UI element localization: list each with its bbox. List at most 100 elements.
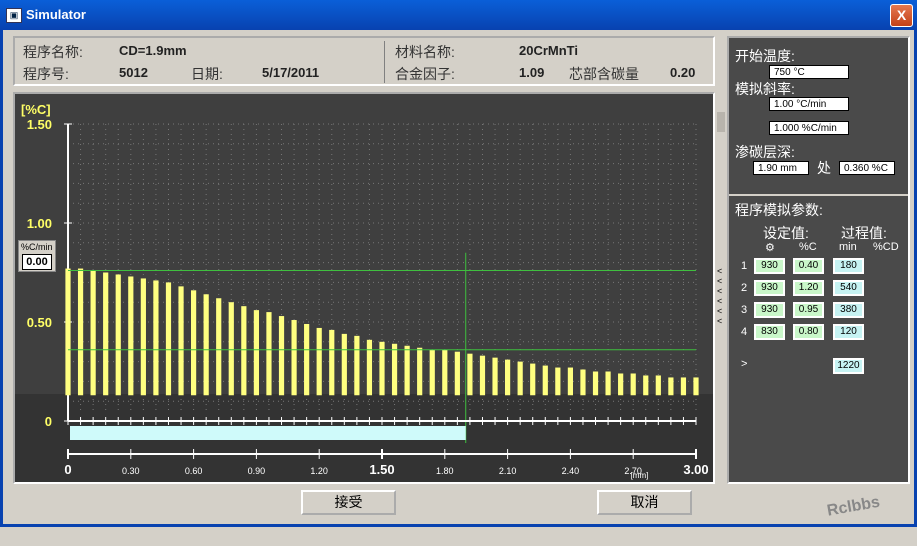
data-bar <box>228 302 234 396</box>
rate-label: %C/min <box>21 242 53 252</box>
program-name-label: 程序名称: <box>23 44 83 60</box>
process-value-label: 过程值: <box>841 225 887 241</box>
alloy-factor-label: 合金因子: <box>395 66 455 82</box>
step-1-temp[interactable]: 930 <box>754 258 785 274</box>
data-bar <box>103 272 109 396</box>
data-bar <box>668 377 674 396</box>
data-bar <box>191 290 197 396</box>
step-2-number: 2 <box>741 282 748 294</box>
carbon-profile-chart: 0 0.50 1.00 1.50 [%C] 0 0.30 0.60 0.90 1.20 1.50 1.… <box>13 92 715 484</box>
data-bar <box>316 327 322 396</box>
data-bar <box>278 316 285 396</box>
core-carbon-value: 0.20 <box>670 65 696 80</box>
data-bar <box>341 333 347 396</box>
data-bar <box>555 367 561 396</box>
step-4-number: 4 <box>741 326 748 338</box>
case-depth-carbon-field[interactable]: 0.360 %C <box>839 161 895 175</box>
step-1-minutes[interactable]: 180 <box>833 258 864 274</box>
data-bar <box>203 294 209 396</box>
data-bar <box>90 270 96 396</box>
data-bar <box>429 349 435 396</box>
data-bar <box>115 274 121 396</box>
case-depth-field[interactable]: 1.90 mm <box>753 161 809 175</box>
data-bar <box>241 306 247 396</box>
scroll-thumb[interactable] <box>717 112 725 132</box>
x-tick-label: 0.60 <box>185 466 203 476</box>
date-value: 5/17/2011 <box>262 65 320 80</box>
program-name-value: CD=1.9mm <box>119 43 187 58</box>
x-tick-label: 3.00 <box>683 462 708 477</box>
material-value: 20CrMnTi <box>519 43 578 58</box>
step-3-carbon[interactable]: 0.95 <box>793 302 824 318</box>
data-bar <box>567 367 573 396</box>
data-bar <box>253 310 259 396</box>
data-bar <box>530 363 536 396</box>
data-bar <box>643 375 649 396</box>
data-bar <box>366 339 373 396</box>
temperature-icon: ⚙ <box>765 242 775 254</box>
y-tick-label: 1.00 <box>27 216 52 231</box>
x-tick-label: 2.40 <box>562 466 580 476</box>
step-4-minutes[interactable]: 120 <box>833 324 864 340</box>
accept-button[interactable]: 接受 <box>301 490 396 515</box>
step-2-temp[interactable]: 930 <box>754 280 785 296</box>
date-label: 日期: <box>191 66 223 82</box>
program-number-label: 程序号: <box>23 66 69 82</box>
data-bar <box>391 343 398 396</box>
data-bar <box>605 371 611 396</box>
case-depth-label: 渗碳层深: <box>735 144 795 160</box>
core-carbon-label: 芯部含碳量 <box>569 66 639 82</box>
step-2-minutes[interactable]: 540 <box>833 280 864 296</box>
y-tick-label: 0.50 <box>27 315 52 330</box>
divider <box>729 194 908 196</box>
data-bar <box>467 353 473 396</box>
data-bar <box>693 377 699 396</box>
step-3-number: 3 <box>741 304 748 316</box>
step-1-carbon[interactable]: 0.40 <box>793 258 824 274</box>
y-tick-label: 1.50 <box>27 117 52 132</box>
start-temp-label: 开始温度: <box>735 48 795 64</box>
start-temp-field[interactable]: 750 °C <box>769 65 849 79</box>
data-bar <box>442 349 448 396</box>
data-bar <box>580 369 586 396</box>
step-2-carbon[interactable]: 1.20 <box>793 280 824 296</box>
step-4-temp[interactable]: 830 <box>754 324 785 340</box>
carbon-col-label: %C <box>799 241 817 253</box>
data-bar <box>517 361 523 396</box>
data-bar <box>492 357 498 396</box>
x-tick-label: 0.30 <box>122 466 140 476</box>
step-1-number: 1 <box>741 260 748 272</box>
data-bar <box>178 286 184 396</box>
data-bar <box>65 268 71 396</box>
collapse-arrows-icon[interactable]: < < < < < < <box>717 266 722 326</box>
data-bar <box>630 373 636 396</box>
rate-display: %C/min 0.00 <box>18 240 56 272</box>
x-tick-label: 0.90 <box>248 466 266 476</box>
data-bar <box>216 298 222 396</box>
slope-temp-field[interactable]: 1.00 °C/min <box>769 97 849 111</box>
program-info-panel: 程序名称: CD=1.9mm 程序号: 5012 日期: 5/17/2011 材… <box>13 36 715 86</box>
program-number-value: 5012 <box>119 65 148 80</box>
alloy-factor-value: 1.09 <box>519 65 545 80</box>
data-bar <box>128 276 134 396</box>
cd-col-label: %CD <box>873 241 899 253</box>
data-bar <box>454 351 460 396</box>
window-body: 程序名称: CD=1.9mm 程序号: 5012 日期: 5/17/2011 材… <box>0 30 917 527</box>
slope-carbon-field[interactable]: 1.000 %C/min <box>769 121 849 135</box>
step-3-minutes[interactable]: 380 <box>833 302 864 318</box>
data-bar <box>404 345 410 396</box>
data-bar <box>165 282 172 396</box>
rate-value: 0.00 <box>22 254 52 270</box>
at-label: 处 <box>817 160 831 176</box>
divider <box>384 41 385 83</box>
data-bar <box>655 375 661 396</box>
step-3-temp[interactable]: 930 <box>754 302 785 318</box>
x-axis-label: [mm] <box>631 471 649 480</box>
data-bar <box>680 377 687 396</box>
close-button[interactable]: X <box>890 4 913 27</box>
x-tick-label: 2.10 <box>499 466 517 476</box>
slope-label: 模拟斜率: <box>735 81 795 97</box>
cancel-button[interactable]: 取消 <box>597 490 692 515</box>
step-4-carbon[interactable]: 0.80 <box>793 324 824 340</box>
data-bar <box>329 329 335 396</box>
